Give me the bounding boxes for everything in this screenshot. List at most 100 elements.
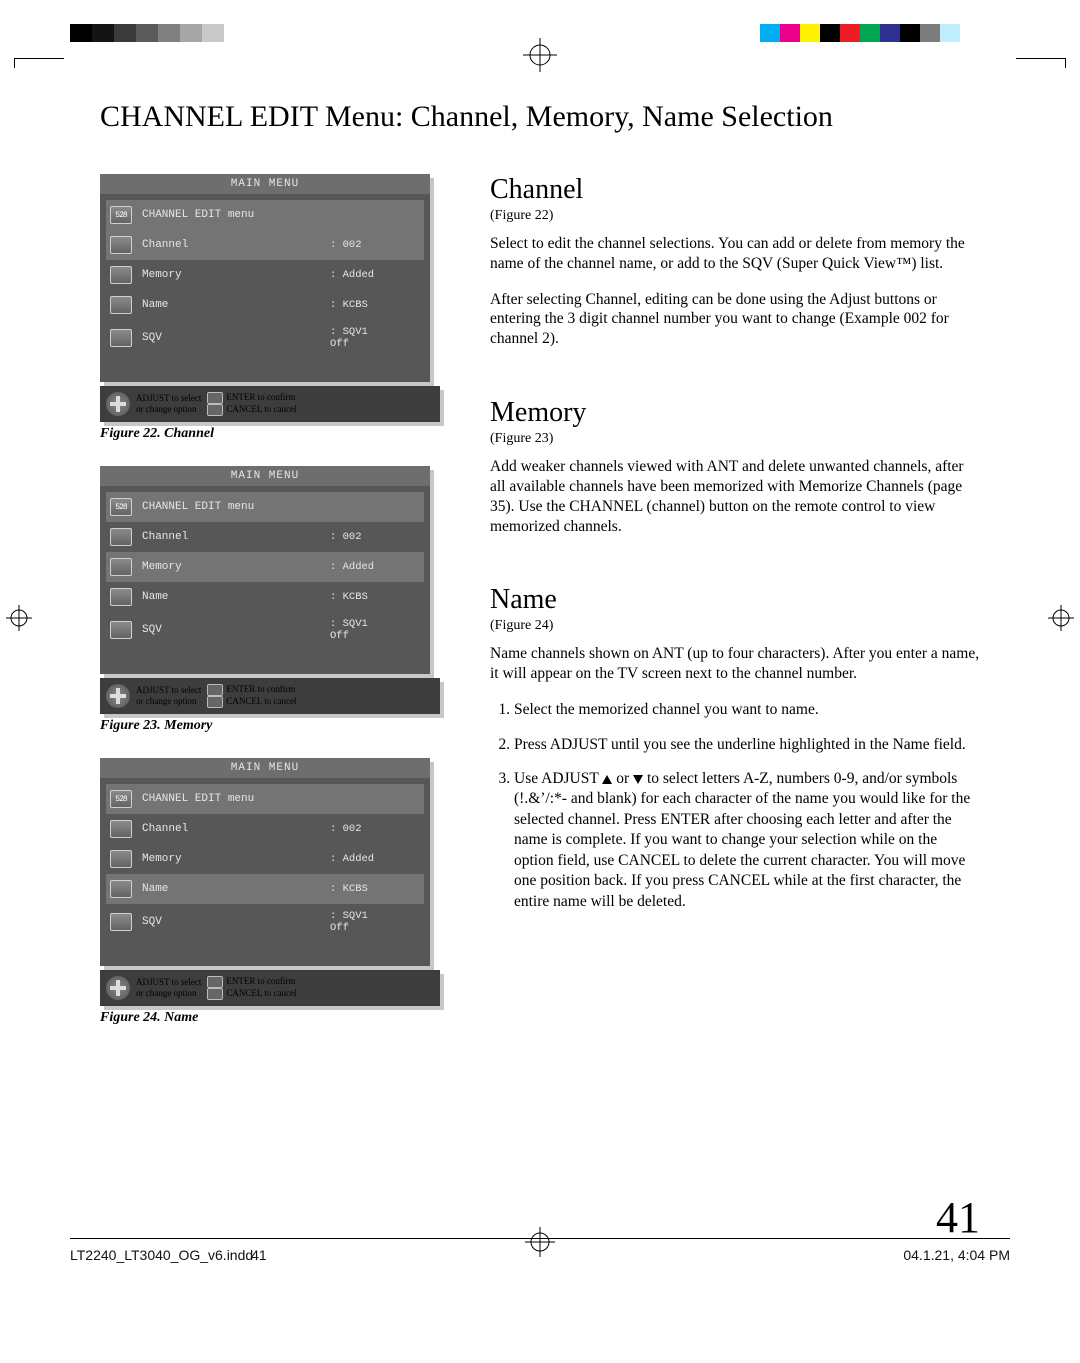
screen-icon	[110, 528, 132, 546]
enter-icon	[207, 976, 223, 988]
dpad-icon	[106, 392, 130, 416]
screen-icon	[110, 329, 132, 347]
tv-submenu-label: CHANNEL EDIT menu	[142, 501, 420, 513]
tv-row-value: : Added	[330, 269, 420, 281]
tv-row-channel[interactable]: Channel: 002	[106, 522, 424, 552]
tv-row-label: SQV	[142, 332, 330, 344]
tv-row-sqv[interactable]: SQV: SQV1 Off	[106, 612, 424, 648]
tv-footer: ADJUST to selector change option ENTER to…	[100, 386, 440, 422]
tv-row-channel[interactable]: Channel: 002	[106, 230, 424, 260]
text-column: Channel (Figure 22) Select to edit the c…	[490, 174, 980, 1050]
tv-footer: ADJUST to selector change option ENTER to…	[100, 678, 440, 714]
tv-menu-body: 528CHANNEL EDIT menuChannel: 002Memory: …	[100, 194, 430, 382]
tv-row-memory[interactable]: Memory: Added	[106, 844, 424, 874]
section-heading-name: Name	[490, 584, 980, 616]
tv-submenu-title-row: 528CHANNEL EDIT menu	[106, 492, 424, 522]
channel-paragraph-2: After selecting Channel, editing can be …	[490, 290, 980, 349]
tv-row-label: Channel	[142, 531, 330, 543]
tv-menu-title: MAIN MENU	[100, 758, 430, 778]
figures-column: MAIN MENU528CHANNEL EDIT menuChannel: 00…	[100, 174, 440, 1050]
tv-submenu-title-row: 528CHANNEL EDIT menu	[106, 200, 424, 230]
footer-left-col: ADJUST to selector change option	[136, 393, 201, 415]
section-sub-name: (Figure 24)	[490, 618, 980, 634]
tv-row-value: : 002	[330, 823, 420, 835]
figure-caption-fig24: Figure 24. Name	[100, 1010, 440, 1026]
crop-mark-tr	[1016, 58, 1066, 68]
name-step-1: Select the memorized channel you want to…	[514, 700, 980, 720]
file-name: LT2240_LT3040_OG_v6.indd	[70, 1247, 253, 1263]
tv-row-value: : KCBS	[330, 883, 420, 895]
tv-menu-fig24: MAIN MENU 528 CHANNEL EDIT menu Channel: 00…	[100, 758, 430, 966]
name-step-3: Use ADJUST or to select letters A-Z, num…	[514, 769, 980, 912]
cancel-icon	[207, 988, 223, 1000]
up-arrow-icon	[602, 775, 612, 784]
screen-icon	[110, 850, 132, 868]
tv-row-value: : Added	[330, 853, 420, 865]
screen-icon	[110, 296, 132, 314]
tv-submenu-label: CHANNEL EDIT menu	[142, 209, 420, 221]
footer-right-col: ENTER to confirmCANCEL to cancel	[207, 976, 296, 1000]
step3-body: to select letters A-Z, numbers 0-9, and/…	[514, 770, 970, 910]
channel-528-icon: 528	[110, 790, 132, 808]
name-paragraph-1: Name channels shown on ANT (up to four c…	[490, 644, 980, 684]
registration-mark-right	[1048, 605, 1074, 636]
tv-row-name[interactable]: Name: KCBS	[106, 874, 424, 904]
screen-icon	[110, 588, 132, 606]
section-heading-channel: Channel	[490, 174, 980, 206]
tv-row-label: Name	[142, 883, 330, 895]
section-sub-channel: (Figure 22)	[490, 208, 980, 224]
footer-left-col: ADJUST to selector change option	[136, 977, 201, 999]
tv-menu-fig23: MAIN MENU 528CHANNEL EDIT menuChannel: 00…	[100, 466, 430, 674]
tv-menu-body: 528CHANNEL EDIT menuChannel: 002Memory: …	[100, 778, 430, 966]
tv-row-value: : SQV1 Off	[330, 910, 420, 934]
tv-row-memory[interactable]: Memory: Added	[106, 260, 424, 290]
step3-or: or	[612, 770, 633, 787]
footer-left-col: ADJUST to selector change option	[136, 685, 201, 707]
screen-icon	[110, 266, 132, 284]
tv-row-label: Memory	[142, 853, 330, 865]
tv-menu-fig22: MAIN MENU 528CHANNEL EDIT menuChannel: 00…	[100, 174, 430, 382]
tv-row-label: Memory	[142, 269, 330, 281]
printer-footer: LT2240_LT3040_OG_v6.indd 41 04.1.21, 4:0…	[70, 1238, 1010, 1263]
down-arrow-icon	[633, 775, 643, 784]
section-heading-memory: Memory	[490, 397, 980, 429]
tv-row-label: Channel	[142, 239, 330, 251]
dpad-icon	[106, 684, 130, 708]
screen-icon	[110, 236, 132, 254]
footer-right-col: ENTER to confirmCANCEL to cancel	[207, 392, 296, 416]
dpad-icon	[106, 976, 130, 1000]
tv-row-memory[interactable]: Memory: Added	[106, 552, 424, 582]
tv-row-sqv[interactable]: SQV: SQV1 Off	[106, 904, 424, 940]
tv-row-name[interactable]: Name: KCBS	[106, 582, 424, 612]
cancel-icon	[207, 404, 223, 416]
figure-caption-fig23: Figure 23. Memory	[100, 718, 440, 734]
screen-icon	[110, 621, 132, 639]
page-number: 41	[936, 1192, 980, 1243]
section-sub-memory: (Figure 23)	[490, 431, 980, 447]
crop-mark-tl	[14, 58, 64, 68]
tv-row-label: Name	[142, 591, 330, 603]
tv-menu-title: MAIN MENU	[100, 174, 430, 194]
screen-icon	[110, 913, 132, 931]
tv-row-sqv[interactable]: SQV: SQV1 Off	[106, 320, 424, 356]
registration-mark-left	[6, 605, 32, 636]
figure-caption-fig22: Figure 22. Channel	[100, 426, 440, 442]
screen-icon	[110, 880, 132, 898]
printer-footer-file: LT2240_LT3040_OG_v6.indd 41	[70, 1247, 267, 1263]
enter-icon	[207, 392, 223, 404]
tv-footer: ADJUST to selector change option ENTER to…	[100, 970, 440, 1006]
tv-row-channel[interactable]: Channel: 002	[106, 814, 424, 844]
tv-row-label: Channel	[142, 823, 330, 835]
name-step-2: Press ADJUST until you see the underline…	[514, 735, 980, 755]
grayscale-swatches	[70, 24, 246, 42]
channel-paragraph-1: Select to edit the channel selections. Y…	[490, 234, 980, 274]
tv-submenu-label: CHANNEL EDIT menu	[142, 793, 420, 805]
printer-registration-top	[0, 24, 1080, 48]
footer-right-col: ENTER to confirmCANCEL to cancel	[207, 684, 296, 708]
tv-row-label: SQV	[142, 916, 330, 928]
tv-menu-title: MAIN MENU	[100, 466, 430, 486]
tv-row-name[interactable]: Name: KCBS	[106, 290, 424, 320]
file-page: 41	[251, 1247, 267, 1263]
tv-row-value: : Added	[330, 561, 420, 573]
color-swatches	[760, 24, 960, 42]
